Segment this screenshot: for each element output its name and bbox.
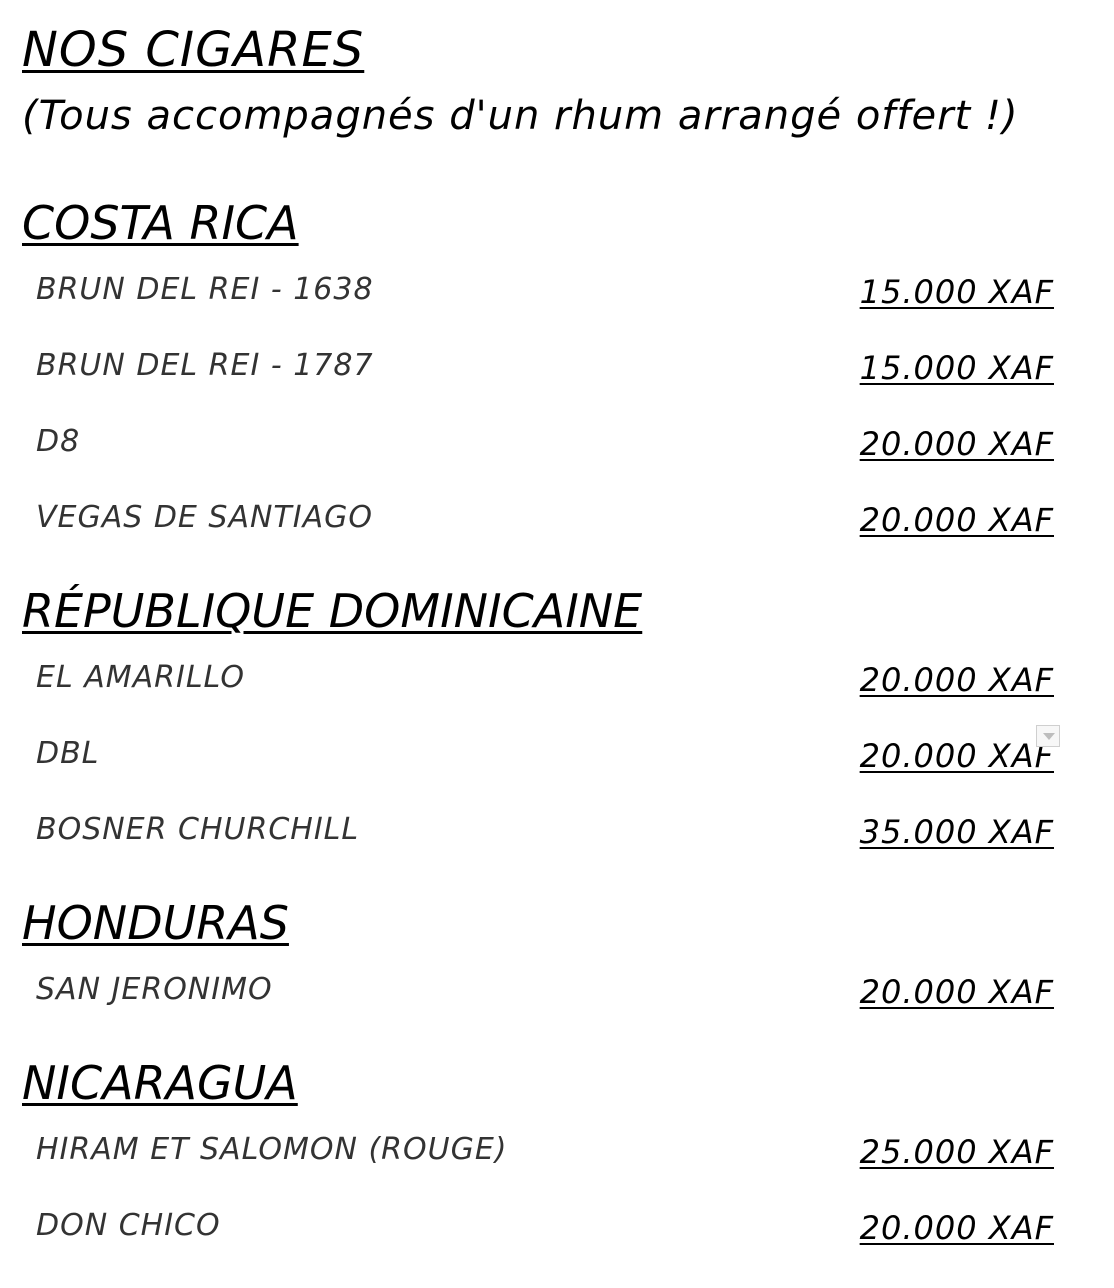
section-heading-honduras: HONDURAS bbox=[22, 896, 289, 950]
menu-item-name: BOSNER CHURCHILL bbox=[36, 812, 360, 847]
menu-item-name: EL AMARILLO bbox=[36, 660, 245, 695]
menu-item-price: 20.000 XAF bbox=[859, 661, 1054, 699]
menu-item-name: SAN JERONIMO bbox=[36, 972, 273, 1007]
menu-item-price: 20.000 XAF bbox=[859, 973, 1054, 1011]
menu-item-name: D8 bbox=[36, 424, 81, 459]
section-heading-nicaragua: NICARAGUA bbox=[22, 1056, 298, 1110]
menu-item-price: 20.000 XAF bbox=[859, 1209, 1054, 1247]
section-heading-republique-dominicaine: RÉPUBLIQUE DOMINICAINE bbox=[22, 584, 643, 638]
menu-item-price: 20.000 XAF bbox=[859, 737, 1054, 775]
menu-item-price: 20.000 XAF bbox=[859, 425, 1054, 463]
menu-item-price: 15.000 XAF bbox=[859, 349, 1054, 387]
menu-item-price: 15.000 XAF bbox=[859, 273, 1054, 311]
menu-subtitle: (Tous accompagnés d'un rhum arrangé offe… bbox=[22, 93, 1019, 139]
menu-item-name: BRUN DEL REI - 1638 bbox=[36, 272, 374, 307]
section-heading-costa-rica: COSTA RICA bbox=[22, 196, 299, 250]
menu-item-name: HIRAM ET SALOMON (ROUGE) bbox=[36, 1132, 508, 1167]
menu-item-name: DBL bbox=[36, 736, 100, 771]
menu-item-price: 25.000 XAF bbox=[859, 1133, 1054, 1171]
menu-item-price: 35.000 XAF bbox=[859, 813, 1054, 851]
chevron-down-icon[interactable] bbox=[1036, 725, 1060, 747]
cigar-menu-page: NOS CIGARES (Tous accompagnés d'un rhum … bbox=[0, 0, 1114, 1288]
menu-item-price: 20.000 XAF bbox=[859, 501, 1054, 539]
menu-title: NOS CIGARES bbox=[22, 22, 365, 78]
menu-item-name: DON CHICO bbox=[36, 1208, 221, 1243]
menu-item-name: BRUN DEL REI - 1787 bbox=[36, 348, 374, 383]
menu-item-name: VEGAS DE SANTIAGO bbox=[36, 500, 373, 535]
